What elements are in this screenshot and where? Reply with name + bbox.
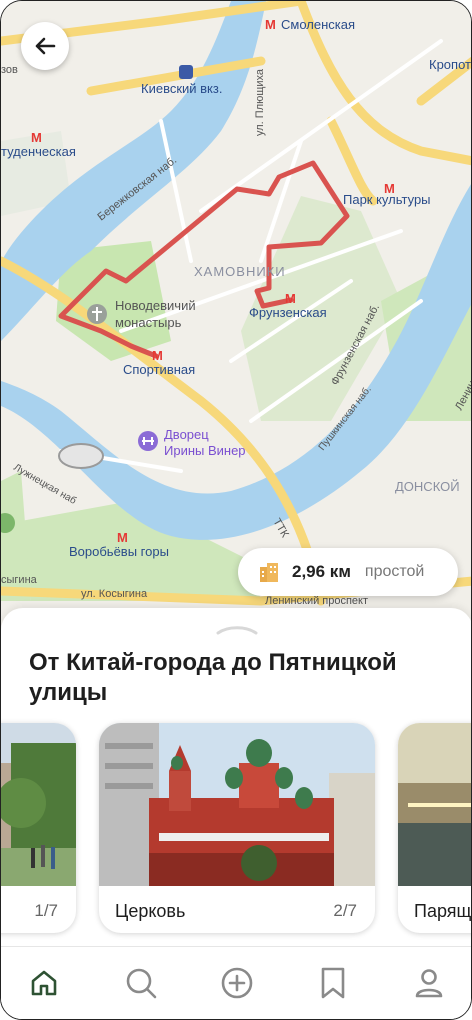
tab-profile[interactable] <box>411 965 447 1001</box>
place-photo-3 <box>398 723 471 886</box>
map-label-vorobyovy: Воробьёвы горы <box>69 544 169 559</box>
map-label-studencheskaya: туденческая <box>1 144 76 159</box>
user-icon <box>415 969 443 998</box>
map-label-park-kultury: Парк культуры <box>343 192 431 207</box>
svg-text:M: M <box>117 530 128 545</box>
app-frame: M M M M M M Смоленская Кропот Киевский в… <box>0 0 472 1020</box>
route-difficulty: простой <box>364 563 425 580</box>
place-card-3-name: Парящ <box>414 901 472 921</box>
map-label-zov: зов <box>1 64 18 76</box>
map-label-novodevichy-2: монастырь <box>115 315 182 330</box>
place-photo-2 <box>99 723 375 886</box>
map-label-dvorets-1: Дворец <box>164 427 209 442</box>
map-view[interactable]: M M M M M M Смоленская Кропот Киевский в… <box>1 1 472 641</box>
map-label-kievsky: Киевский вкз. <box>141 81 222 96</box>
arrow-left-icon <box>35 37 56 55</box>
map-label-donskoy: ДОНСКОЙ <box>395 479 460 494</box>
map-label-khamovniki: ХАМОВНИКИ <box>194 264 286 279</box>
map-label-kropotkinskaya: Кропот <box>429 57 471 72</box>
map-canvas[interactable]: M M M M M M Смоленская Кропот Киевский в… <box>1 1 472 641</box>
back-button[interactable] <box>21 22 69 70</box>
svg-text:M: M <box>152 348 163 363</box>
place-card-2-count: 2/7 <box>333 901 357 920</box>
place-card-1-count: 1/7 <box>34 901 58 920</box>
map-label-dvorets-2: Ирины Винер <box>164 443 246 458</box>
map-label-frunzenskaya: Фрунзенская <box>249 305 327 320</box>
tab-add[interactable] <box>219 965 255 1001</box>
map-label-leninsky-prospekt: Ленинский проспект <box>265 595 368 607</box>
route-distance: 2,96 км <box>292 562 351 581</box>
route-title: От Китай-города до Пятницкой улицы <box>29 649 397 706</box>
place-card-3[interactable]: Парящ <box>398 723 472 933</box>
building-icon <box>260 563 278 582</box>
place-card-2[interactable]: Церковь 2/7 <box>99 723 375 933</box>
map-label-pliushchikha: ул. Плющиха <box>254 68 266 136</box>
place-photo-1 <box>1 723 76 886</box>
plus-circle-icon <box>221 967 253 999</box>
svg-text:M: M <box>31 130 42 145</box>
place-card-2-name: Церковь <box>115 901 186 921</box>
sheet-handle-chevron-icon[interactable] <box>216 622 258 636</box>
map-label-kosygina: ул. Косыгина <box>81 588 148 600</box>
bottom-tab-bar <box>1 946 471 1019</box>
search-icon <box>126 968 157 999</box>
route-summary-pill[interactable]: 2,96 км простой <box>238 548 458 596</box>
tab-search[interactable] <box>123 965 159 1001</box>
map-label-kosygina-left: сыгина <box>1 574 38 586</box>
map-label-novodevichy-1: Новодевичий <box>115 298 196 313</box>
bookmark-icon <box>321 967 345 999</box>
place-card-1[interactable]: 1/7 <box>1 723 76 933</box>
svg-text:M: M <box>265 17 276 32</box>
tab-bookmarks[interactable] <box>315 965 351 1001</box>
tab-home[interactable] <box>26 965 62 1001</box>
home-icon <box>31 970 57 996</box>
map-label-smolenskaya: Смоленская <box>281 17 355 32</box>
map-label-sportivnaya: Спортивная <box>123 362 195 377</box>
svg-text:M: M <box>285 291 296 306</box>
